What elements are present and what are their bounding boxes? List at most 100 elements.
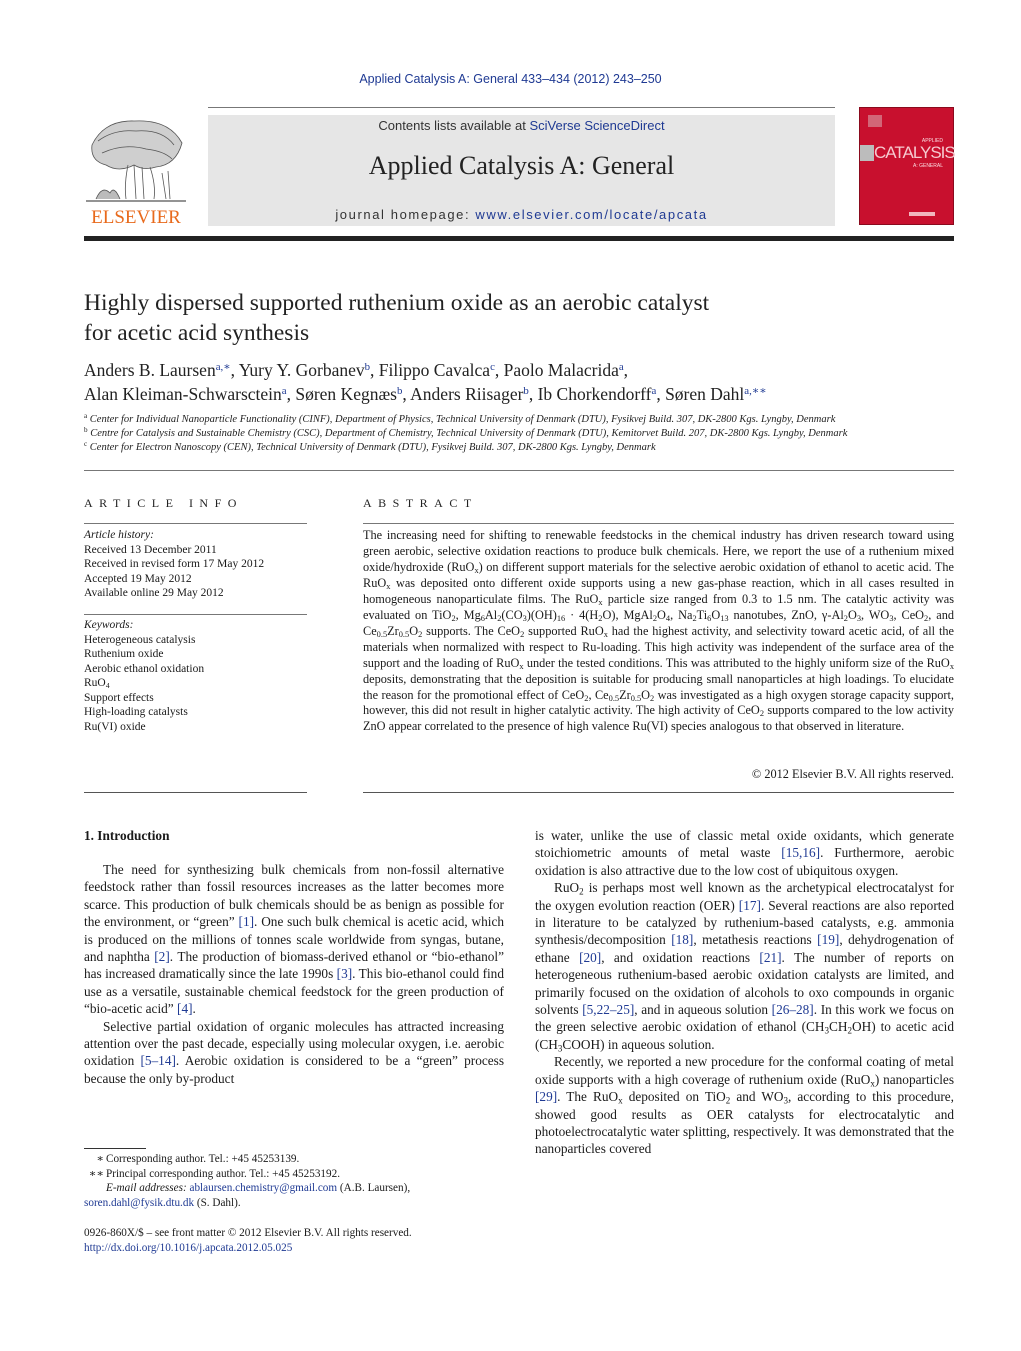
contents-available-line: Contents lists available at SciVerse Sci… xyxy=(208,118,835,133)
elsevier-wordmark: ELSEVIER xyxy=(91,207,181,228)
email-label: E-mail addresses: xyxy=(106,1182,187,1194)
subscript: 4 xyxy=(105,680,110,690)
subscript: 4 xyxy=(665,613,671,623)
affiliation-mark[interactable]: a,∗ xyxy=(216,361,231,373)
author-name[interactable]: Filippo Cavalca xyxy=(379,360,490,380)
history-entry: Received 13 December 2011 xyxy=(84,543,217,556)
keywords-list: Keywords: Heterogeneous catalysis Rutheni… xyxy=(84,618,307,734)
author-name[interactable]: Ib Chorkendorff xyxy=(538,384,652,404)
affiliation-mark[interactable]: a xyxy=(651,385,656,397)
subscript: 2 xyxy=(584,693,589,703)
article-history-label: Article history: xyxy=(84,529,154,541)
author-name[interactable]: Anders Riisager xyxy=(410,384,523,404)
sciencedirect-link[interactable]: SciVerse ScienceDirect xyxy=(529,118,664,133)
article-title-line: Highly dispersed supported ruthenium oxi… xyxy=(84,290,710,316)
cover-subtitle-text: A: GENERAL xyxy=(912,163,943,169)
subscript: 3 xyxy=(856,613,862,623)
subscript: 16 xyxy=(556,613,566,623)
author-name[interactable]: Anders B. Laursen xyxy=(84,360,216,380)
email-owner: (S. Dahl). xyxy=(194,1196,241,1209)
abstract-copyright: © 2012 Elsevier B.V. All rights reserved… xyxy=(751,767,954,781)
body-paragraph: The need for synthesizing bulk chemicals… xyxy=(84,862,504,1017)
affiliation-mark[interactable]: a xyxy=(282,385,287,397)
affiliation-mark[interactable]: b xyxy=(523,385,528,397)
keyword: Aerobic ethanol oxidation xyxy=(84,662,205,675)
citation-link[interactable]: [3] xyxy=(337,966,353,981)
subscript: 0.5 xyxy=(608,693,620,703)
affiliation-mark[interactable]: a,∗∗ xyxy=(744,385,766,397)
abstract-text: The increasing need for shifting to rene… xyxy=(363,528,955,734)
citation-link[interactable]: [20] xyxy=(579,950,601,965)
affiliation: c Center for Electron Nanoscopy (CEN), T… xyxy=(84,440,656,453)
citation-link[interactable]: [21] xyxy=(759,950,781,965)
email-link-laursen[interactable]: ablaursen.chemistry@gmail.com xyxy=(189,1182,337,1194)
abstract-bottom-divider xyxy=(363,792,954,793)
citation-link[interactable]: [5–14] xyxy=(140,1053,175,1068)
keyword: Ruthenium oxide xyxy=(84,648,164,660)
body-paragraph: is water, unlike the use of classic meta… xyxy=(535,828,955,878)
abstract-divider xyxy=(363,523,954,524)
subscript: 2 xyxy=(652,613,658,623)
keyword-items: Heterogeneous catalysis Ruthenium oxide Ae… xyxy=(84,633,307,735)
affiliation-mark[interactable]: a xyxy=(619,361,624,373)
keyword: Ru(VI) oxide xyxy=(84,720,146,733)
footnote-mark: ∗ xyxy=(96,1153,104,1165)
subscript: 2 xyxy=(418,629,423,639)
citation-link[interactable]: [29] xyxy=(535,1089,557,1104)
subscript: 13 xyxy=(720,613,729,623)
affiliation-mark[interactable]: b xyxy=(397,385,402,397)
email-link-dahl[interactable]: soren.dahl@fysik.dtu.dk xyxy=(84,1197,194,1209)
footnote-text: Principal corresponding author. Tel.: +4… xyxy=(106,1167,341,1180)
citation-link[interactable]: [19] xyxy=(817,932,839,947)
keywords-divider xyxy=(84,614,307,615)
affiliations-divider xyxy=(84,470,954,471)
subscript: 2 xyxy=(520,629,525,639)
abstract-heading: ABSTRACT xyxy=(363,496,478,510)
author-name[interactable]: Søren Dahl xyxy=(665,384,744,404)
affiliation-mark[interactable]: c xyxy=(490,361,495,373)
citation-link[interactable]: [4] xyxy=(177,1001,193,1016)
subscript: 2 xyxy=(759,709,764,719)
subscript: x xyxy=(474,565,479,575)
subscript: 0.5 xyxy=(398,629,410,639)
author-name[interactable]: Søren Kegnæs xyxy=(295,384,397,404)
journal-homepage-line: journal homepage: www.elsevier.com/locat… xyxy=(208,207,835,222)
footnote-emails: E-mail addresses: ablaursen.chemistry@gm… xyxy=(84,1181,514,1196)
footnote-principal: ∗∗ Principal corresponding author. Tel.: … xyxy=(84,1167,514,1182)
front-matter: 0926-860X/$ – see front matter © 2012 El… xyxy=(84,1226,514,1255)
footnote-emails-cont: soren.dahl@fysik.dtu.dk (S. Dahl). xyxy=(84,1196,514,1211)
keyword: High-loading catalysts xyxy=(84,706,188,718)
cover-publisher-mark xyxy=(909,212,935,216)
citation-link[interactable]: [17] xyxy=(739,898,761,913)
journal-reference-link[interactable]: Applied Catalysis A: General 433–434 (20… xyxy=(0,72,1021,86)
keyword: Heterogeneous catalysis xyxy=(84,633,196,646)
journal-masthead: Contents lists available at SciVerse Sci… xyxy=(208,115,835,226)
subscript: 2 xyxy=(451,613,456,623)
subscript: x xyxy=(603,629,608,639)
subscript: 0.5 xyxy=(630,693,642,703)
citation-link[interactable]: [26–28] xyxy=(772,1002,814,1017)
author-list: Anders B. Laursena,∗, Yury Y. Gorbanevb,… xyxy=(84,360,767,404)
keyword: RuO4 xyxy=(84,677,110,690)
doi-link[interactable]: http://dx.doi.org/10.1016/j.apcata.2012.… xyxy=(84,1242,292,1254)
citation-link[interactable]: [2] xyxy=(154,949,170,964)
body-column-right: is water, unlike the use of classic meta… xyxy=(535,827,954,1158)
author-name[interactable]: Yury Y. Gorbanev xyxy=(239,360,365,380)
citation-link[interactable]: [1] xyxy=(239,914,255,929)
citation-link[interactable]: [5,22–25] xyxy=(582,1002,634,1017)
affiliation-mark[interactable]: b xyxy=(365,361,370,373)
author-name[interactable]: Paolo Malacrida xyxy=(504,360,619,380)
affiliation: b Centre for Catalysis and Sustainable C… xyxy=(84,426,848,439)
subscript: 0.5 xyxy=(376,629,388,639)
subscript: 2 xyxy=(847,1025,852,1036)
journal-homepage-link[interactable]: www.elsevier.com/locate/apcata xyxy=(475,207,707,222)
journal-cover-thumbnail[interactable]: APPLIED CATALYSIS A: GENERAL xyxy=(859,107,956,225)
citation-link[interactable]: [18] xyxy=(671,932,693,947)
subscript: 2 xyxy=(497,613,502,623)
article-info-divider xyxy=(84,523,307,524)
citation-link[interactable]: [15,16] xyxy=(781,845,820,860)
subscript: 3 xyxy=(824,1025,829,1036)
author-name[interactable]: Alan Kleiman-Schwarsctein xyxy=(84,384,282,404)
footnote-mark: ∗∗ xyxy=(88,1167,104,1180)
footnote-text: Corresponding author. Tel.: +45 45253139… xyxy=(106,1153,300,1165)
